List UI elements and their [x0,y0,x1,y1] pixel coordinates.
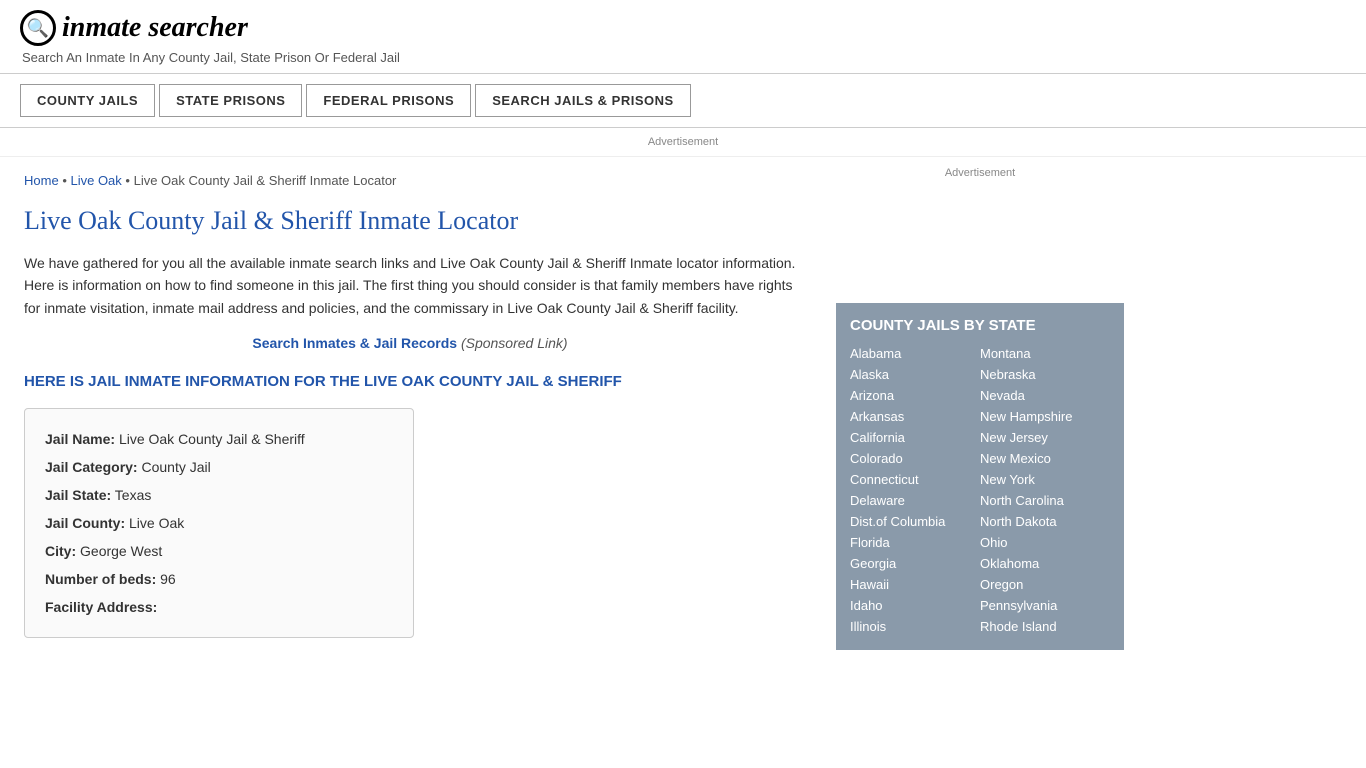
state-link[interactable]: Nevada [980,386,1110,405]
breadcrumb-live-oak[interactable]: Live Oak [70,173,121,188]
city-label: City: [45,543,76,559]
jail-state-value: Texas [115,487,152,503]
state-link[interactable]: California [850,428,980,447]
tagline: Search An Inmate In Any County Jail, Sta… [22,50,1346,65]
state-link[interactable]: North Dakota [980,512,1110,531]
jail-county-label: Jail County: [45,515,125,531]
state-link[interactable]: Illinois [850,617,980,636]
state-link[interactable]: Arizona [850,386,980,405]
state-link[interactable]: Montana [980,344,1110,363]
inmate-info-heading: HERE IS JAIL INMATE INFORMATION FOR THE … [24,371,796,392]
city-value: George West [80,543,162,559]
state-link[interactable]: Alaska [850,365,980,384]
search-inmates-link[interactable]: Search Inmates & Jail Records [252,335,457,351]
facility-address-row: Facility Address: [45,593,393,621]
state-prisons-btn[interactable]: STATE PRISONS [159,84,302,117]
sidebar: Advertisement COUNTY JAILS BY STATE Alab… [820,157,1140,660]
state-link[interactable]: Colorado [850,449,980,468]
city-row: City: George West [45,537,393,565]
state-link[interactable]: Oklahoma [980,554,1110,573]
state-link[interactable]: Pennsylvania [980,596,1110,615]
state-link[interactable]: Ohio [980,533,1110,552]
state-col-left: Alabama Alaska Arizona Arkansas California Co… [850,344,980,636]
sponsored-label: (Sponsored Link) [461,335,568,351]
logo-area: 🔍 inmate searcher [20,10,1346,46]
state-link[interactable]: Idaho [850,596,980,615]
jail-county-row: Jail County: Live Oak [45,509,393,537]
facility-address-label: Facility Address: [45,599,157,615]
num-beds-value: 96 [160,571,176,587]
jail-state-row: Jail State: Texas [45,481,393,509]
breadcrumb-current: Live Oak County Jail & Sheriff Inmate Lo… [134,173,397,188]
state-link[interactable]: Nebraska [980,365,1110,384]
state-link[interactable]: Oregon [980,575,1110,594]
state-link[interactable]: New Hampshire [980,407,1110,426]
breadcrumb-home[interactable]: Home [24,173,59,188]
ad-bar: Advertisement [0,128,1366,157]
state-box: COUNTY JAILS BY STATE Alabama Alaska Arizo… [836,303,1124,650]
jail-name-row: Jail Name: Live Oak County Jail & Sherif… [45,425,393,453]
num-beds-row: Number of beds: 96 [45,565,393,593]
logo-text: inmate searcher [62,12,248,44]
num-beds-label: Number of beds: [45,571,156,587]
main-layout: Home • Live Oak • Live Oak County Jail &… [0,157,1366,660]
state-link[interactable]: Rhode Island [980,617,1110,636]
state-col-right: Montana Nebraska Nevada New Hampshire New Je… [980,344,1110,636]
state-link[interactable]: Arkansas [850,407,980,426]
logo-icon: 🔍 [20,10,56,46]
search-link-area: Search Inmates & Jail Records (Sponsored… [24,335,796,351]
state-link[interactable]: North Carolina [980,491,1110,510]
state-link[interactable]: Delaware [850,491,980,510]
state-link[interactable]: New Mexico [980,449,1110,468]
description: We have gathered for you all the availab… [24,252,796,319]
state-link[interactable]: Dist.of Columbia [850,512,980,531]
state-link[interactable]: New Jersey [980,428,1110,447]
state-link[interactable]: Hawaii [850,575,980,594]
jail-category-value: County Jail [141,459,210,475]
state-link[interactable]: Georgia [850,554,980,573]
state-columns: Alabama Alaska Arizona Arkansas California Co… [850,344,1110,636]
federal-prisons-btn[interactable]: FEDERAL PRISONS [306,84,471,117]
info-box: Jail Name: Live Oak County Jail & Sherif… [24,408,414,638]
nav-bar: COUNTY JAILS STATE PRISONS FEDERAL PRISO… [0,74,1366,128]
jail-state-label: Jail State: [45,487,111,503]
content-area: Home • Live Oak • Live Oak County Jail &… [0,157,820,660]
jail-name-value: Live Oak County Jail & Sheriff [119,431,305,447]
jail-county-value: Live Oak [129,515,184,531]
ad-sidebar: Advertisement [836,167,1124,287]
state-box-title: COUNTY JAILS BY STATE [850,317,1110,334]
breadcrumb: Home • Live Oak • Live Oak County Jail &… [24,173,796,188]
state-link[interactable]: Connecticut [850,470,980,489]
page-title: Live Oak County Jail & Sheriff Inmate Lo… [24,206,796,236]
jail-category-label: Jail Category: [45,459,138,475]
state-link[interactable]: Alabama [850,344,980,363]
search-jails-btn[interactable]: SEARCH JAILS & PRISONS [475,84,690,117]
jail-category-row: Jail Category: County Jail [45,453,393,481]
state-link[interactable]: Florida [850,533,980,552]
county-jails-btn[interactable]: COUNTY JAILS [20,84,155,117]
jail-name-label: Jail Name: [45,431,115,447]
state-link[interactable]: New York [980,470,1110,489]
header: 🔍 inmate searcher Search An Inmate In An… [0,0,1366,74]
